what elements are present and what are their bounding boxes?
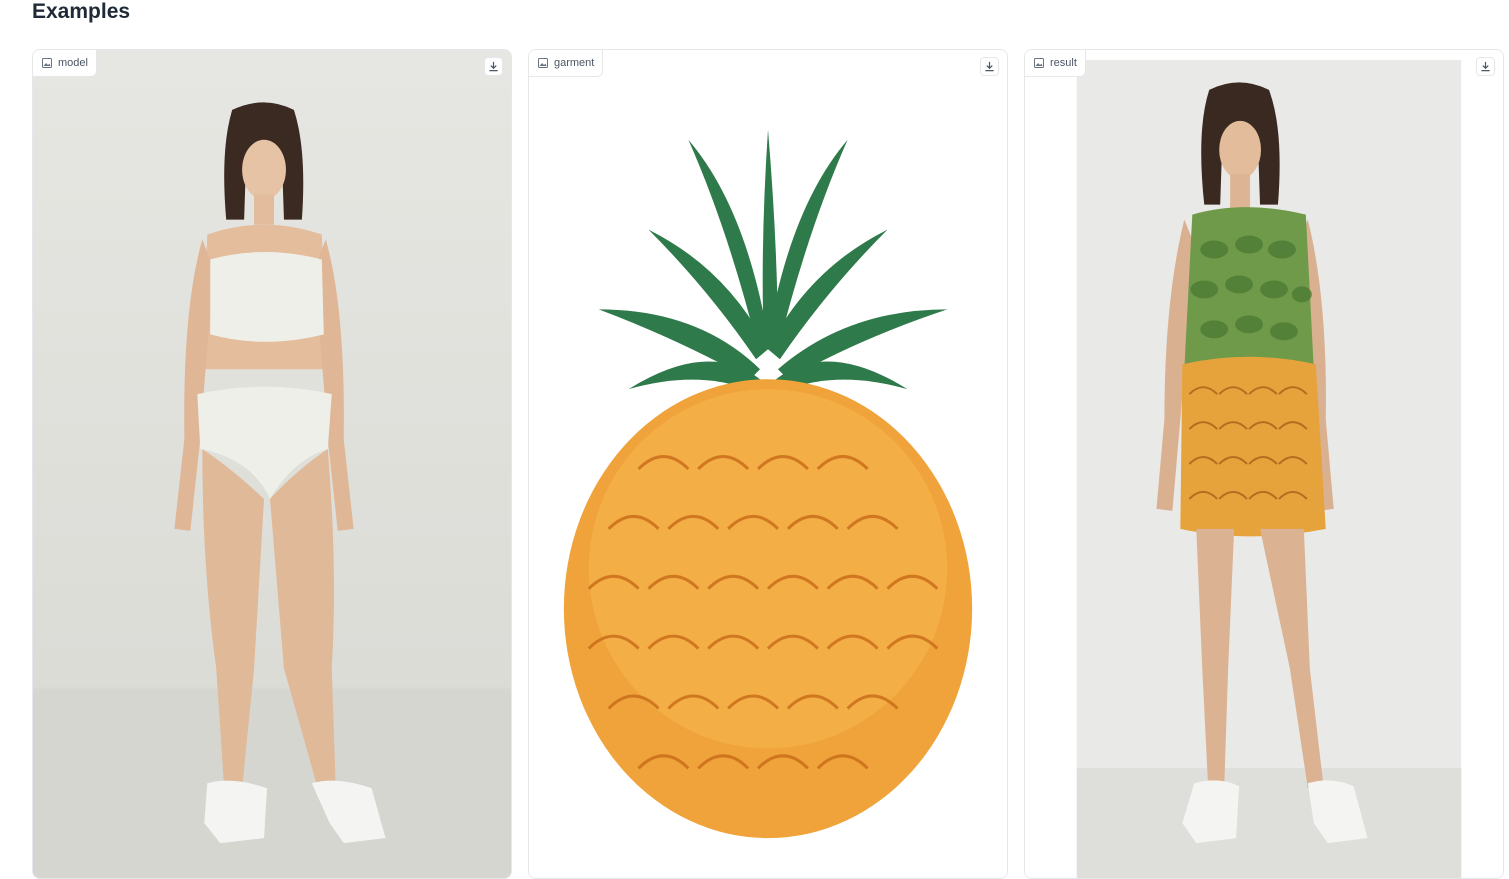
image-icon [42,58,52,68]
download-button[interactable] [484,57,503,76]
download-button[interactable] [1476,57,1495,76]
result-label-text: result [1050,57,1077,69]
garment-label: garment [529,50,604,77]
download-icon [1480,61,1491,72]
result-image [1025,50,1503,878]
garment-image [529,50,1007,878]
model-label-text: model [58,57,88,69]
example-garment-panel[interactable]: garment [528,49,1008,879]
download-button[interactable] [980,57,999,76]
example-model-panel[interactable]: model [32,49,512,879]
examples-title: Examples [32,0,131,23]
download-icon [984,61,995,72]
example-result-panel[interactable]: result [1024,49,1504,879]
result-label: result [1025,50,1086,77]
model-label: model [33,50,97,77]
image-icon [1034,58,1044,68]
model-image [33,50,511,878]
download-icon [488,61,499,72]
garment-label-text: garment [554,57,595,69]
image-icon [538,58,548,68]
